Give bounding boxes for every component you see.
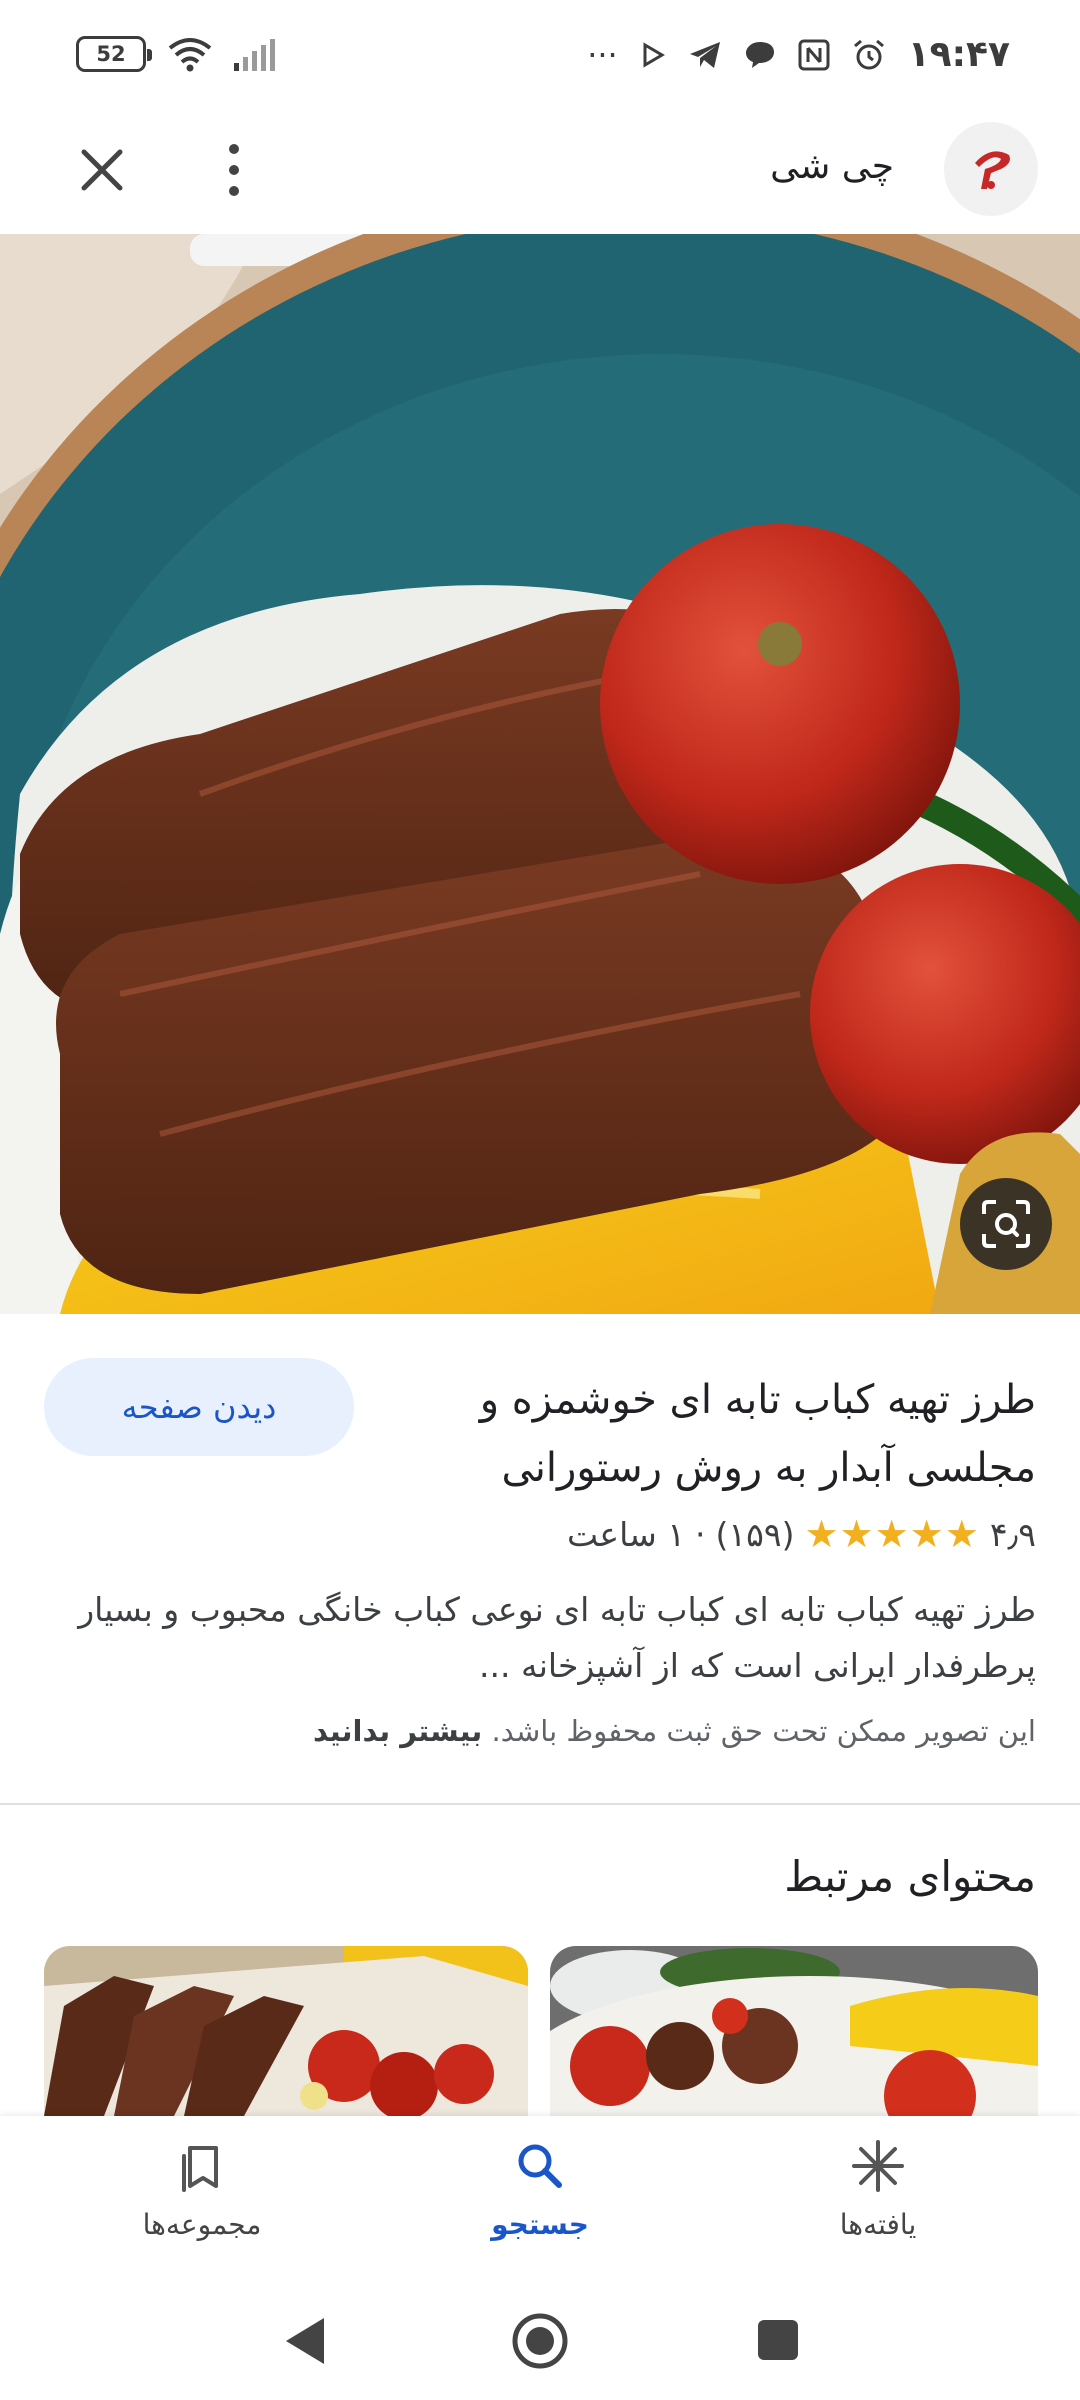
nfc-icon [798,39,830,70]
status-left: 52 [76,36,282,72]
result-title[interactable]: طرز تهیه کباب تابه ای خوشمزه و مجلسی آبد… [416,1366,1036,1502]
divider [0,1803,1080,1805]
result-description: طرز تهیه کباب تابه ای کباب تابه ای نوعی … [78,1590,1036,1685]
asterisk-icon [852,2140,904,2192]
rating-value: ۴٫۹ [989,1514,1036,1554]
close-icon [81,149,123,191]
battery-indicator: 52 [76,36,152,72]
related-thumbnail[interactable] [550,1946,1038,2116]
related-image-kabab-plate [550,1946,1038,2116]
separator-dot: · [695,1514,706,1554]
site-name[interactable]: چی شی [770,146,894,187]
cook-time: ۱ ساعت [567,1514,686,1554]
site-logo[interactable] [944,122,1038,216]
related-image-koobideh [44,1946,528,2116]
overflow-dots: ··· [587,35,618,74]
visit-page-button[interactable]: دیدن صفحه [44,1358,354,1456]
site-logo-icon [975,151,1010,189]
related-content-title: محتوای مرتبط [784,1852,1036,1901]
nav-discover[interactable]: یافته‌ها [758,2138,998,2241]
recents-icon[interactable] [756,2318,800,2362]
related-thumbnail[interactable] [44,1946,528,2116]
play-icon [643,41,665,68]
nav-search[interactable]: جستجو [420,2138,660,2241]
clock: ۱۹:۴۷ [907,34,1010,75]
hero-image[interactable] [0,234,1080,1314]
bottom-navigation: مجموعه‌ها جستجو یافته‌ها [0,2116,1080,2280]
status-right: ··· ۱۹:۴۷ [587,34,1010,75]
copyright-notice: این تصویر ممکن تحت حق ثبت محفوظ باشد. بی… [313,1714,1036,1748]
signal-icon [234,39,275,71]
more-options-button[interactable] [212,138,256,202]
home-icon[interactable] [510,2311,570,2371]
alarm-icon [853,39,884,69]
star-rating: ★★★★★ [804,1512,980,1556]
bookmarks-icon [182,2146,218,2192]
more-vert-icon [229,144,239,154]
wifi-icon [168,38,212,72]
status-bar: 52 ··· ۱۹:۴۷ [0,0,1080,118]
lens-icon [982,1200,1030,1248]
kabab-dish-image [0,234,1080,1314]
nav-collections[interactable]: مجموعه‌ها [82,2138,322,2241]
nav-label: جستجو [491,2208,589,2241]
chat-bubble-icon [745,41,774,68]
close-button[interactable] [72,140,132,200]
app-header: چی شی [0,118,1080,234]
search-icon [518,2144,562,2188]
nav-label: یافته‌ها [839,2208,917,2241]
lens-search-button[interactable] [960,1178,1052,1270]
nav-label: مجموعه‌ها [142,2208,262,2241]
rating-row: ۴٫۹ ★★★★★ (۱۵۹) · ۱ ساعت [567,1512,1036,1556]
system-navigation-bar [0,2280,1080,2400]
back-icon[interactable] [280,2314,330,2368]
learn-more-link[interactable]: بیشتر بدانید [313,1714,482,1748]
review-count: (۱۵۹) [715,1514,795,1554]
copyright-text: این تصویر ممکن تحت حق ثبت محفوظ باشد. [491,1714,1036,1748]
telegram-icon [689,41,720,68]
